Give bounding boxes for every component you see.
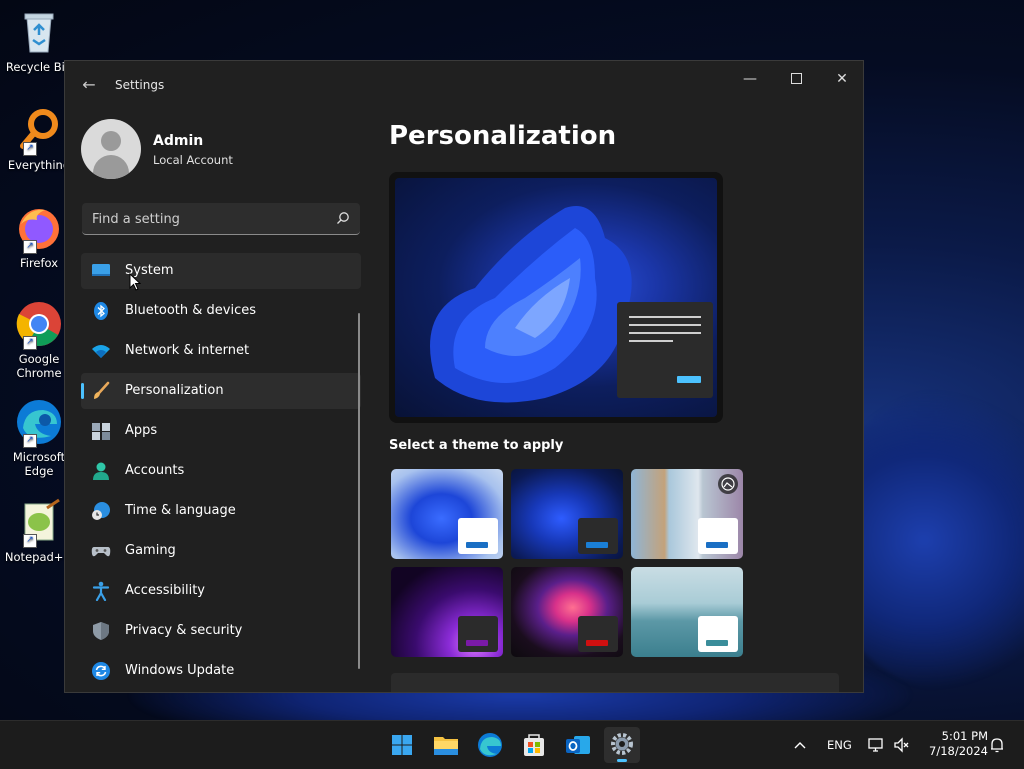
nav-item-gaming[interactable]: Gaming [81,533,361,569]
recycle-bin-icon [15,8,63,56]
theme-tile-glow[interactable] [391,567,503,657]
nav-item-windows-update[interactable]: Windows Update [81,653,361,689]
nav-label: Gaming [125,543,176,558]
nav-label: Network & internet [125,343,250,358]
system-display-icon [92,264,110,276]
account-type: Local Account [153,153,233,167]
slideshow-icon [718,474,738,494]
bluetooth-icon [94,302,108,320]
theme-tile-windows-light[interactable] [391,469,503,559]
nav-item-time-language[interactable]: Time & language [81,493,361,529]
edge-icon [478,733,502,757]
theme-preview [389,172,723,423]
page-title: Personalization [389,121,617,151]
taskbar-edge[interactable] [472,727,508,763]
shortcut-arrow-icon: ↗ [23,240,37,254]
accessibility-person-icon [92,581,110,601]
window-title: Settings [115,78,165,92]
volume-muted-icon[interactable] [893,736,911,754]
nav-label: Time & language [125,503,236,518]
maximize-button[interactable] [773,61,819,97]
clock-date: 7/18/2024 [929,744,988,758]
settings-window: ← Settings — ✕ Admin Local Account Syste… [64,60,864,693]
outlook-icon [566,736,590,754]
network-monitor-icon[interactable] [867,736,885,754]
game-controller-icon [91,547,111,557]
theme-tile-windows-dark[interactable] [511,469,623,559]
theme-tile-captured-motion[interactable] [511,567,623,657]
globe-clock-icon [92,502,110,520]
nav-label: Accounts [125,463,185,478]
mouse-cursor [129,273,141,291]
nav-label: Accessibility [125,583,205,598]
system-clock[interactable]: 5:01 PM 7/18/2024 [918,729,988,759]
search-box[interactable] [82,203,360,235]
taskbar-file-explorer[interactable] [428,727,464,763]
nav-item-privacy[interactable]: Privacy & security [81,613,361,649]
nav-item-system[interactable]: System [81,253,361,289]
avatar[interactable] [81,119,141,179]
settings-nav: System Bluetooth & devices Network & int… [81,253,361,692]
nav-item-accounts[interactable]: Accounts [81,453,361,489]
close-button[interactable]: ✕ [819,61,863,97]
nav-item-apps[interactable]: Apps [81,413,361,449]
file-explorer-icon [434,737,458,755]
firefox-icon: ↗ [15,204,63,254]
preview-wallpaper [395,178,717,417]
minimize-button[interactable]: — [727,61,773,97]
shortcut-arrow-icon: ↗ [23,336,37,350]
theme-tile-windows-spotlight[interactable] [631,469,743,559]
paintbrush-icon [94,381,110,399]
active-indicator [617,759,627,762]
nav-label: Apps [125,423,158,438]
nav-item-personalization[interactable]: Personalization [81,373,361,409]
shield-icon [93,622,109,640]
input-language[interactable]: ENG [827,738,852,752]
apps-grid-icon [92,423,110,440]
taskbar-settings[interactable] [604,727,640,763]
clock-time: 5:01 PM [941,729,988,743]
nav-label: Personalization [125,383,224,398]
chevron-up-icon[interactable] [792,738,808,752]
nav-item-bluetooth[interactable]: Bluetooth & devices [81,293,361,329]
search-input[interactable] [82,203,334,235]
preview-dialog [617,302,713,398]
edge-icon: ↗ [15,398,63,448]
taskbar: ENG 5:01 PM 7/18/2024 [0,720,1024,769]
nav-label: Privacy & security [125,623,243,638]
taskbar-store[interactable] [516,727,552,763]
nav-item-accessibility[interactable]: Accessibility [81,573,361,609]
maximize-icon [790,72,802,84]
theme-tile-flow[interactable] [631,567,743,657]
everything-search-icon: ↗ [15,106,63,156]
accounts-person-icon [93,462,109,480]
shortcut-arrow-icon: ↗ [23,434,37,448]
settings-card-partial[interactable] [391,673,839,692]
microsoft-store-icon [524,734,544,756]
back-button[interactable]: ← [77,73,101,97]
taskbar-outlook[interactable] [560,727,596,763]
notification-bell-icon[interactable] [988,736,1006,754]
update-sync-icon [92,662,110,680]
wifi-network-icon [92,345,110,358]
title-bar[interactable]: ← Settings — ✕ [65,61,863,109]
shortcut-arrow-icon: ↗ [23,142,37,156]
nav-item-network[interactable]: Network & internet [81,333,361,369]
notepad-plus-plus-icon: ↗ [15,498,63,548]
nav-scrollbar[interactable] [358,313,360,669]
search-icon[interactable] [336,211,350,225]
nav-label: Windows Update [125,663,235,678]
themes-section-label: Select a theme to apply [389,438,564,453]
chrome-icon: ↗ [15,300,63,350]
start-button[interactable] [384,727,420,763]
windows-start-icon [392,735,412,755]
user-name: Admin [153,133,204,149]
settings-gear-icon [611,733,633,755]
shortcut-arrow-icon: ↗ [23,534,37,548]
nav-label: Bluetooth & devices [125,303,256,318]
